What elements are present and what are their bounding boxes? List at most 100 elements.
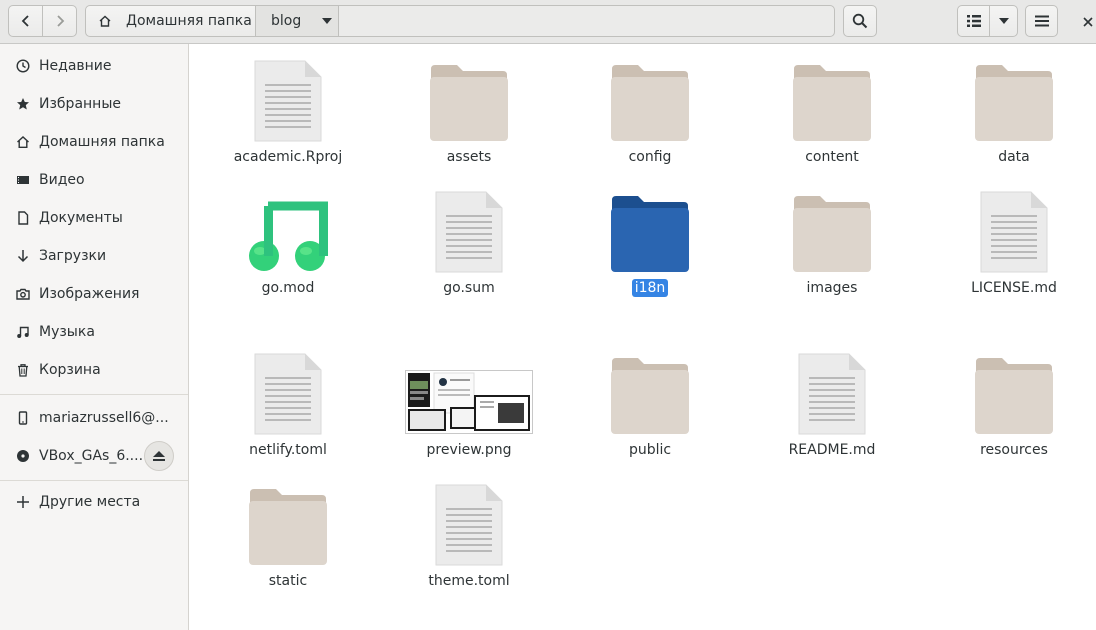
sidebar-item-label: Документы (39, 210, 123, 226)
file-name: public (628, 442, 672, 458)
path-bar-empty[interactable] (338, 5, 835, 37)
view-list-button[interactable] (957, 5, 990, 37)
sidebar-item-label: Корзина (39, 362, 101, 378)
folder-item[interactable]: resources (939, 348, 1089, 468)
list-view-icon (966, 15, 981, 27)
sidebar-item-videos[interactable]: Видео (0, 161, 188, 199)
breadcrumb-home[interactable]: Домашняя папка (85, 5, 256, 37)
close-icon (1083, 17, 1093, 27)
sidebar-item-label: Избранные (39, 96, 121, 112)
sidebar-item-disc[interactable]: VBox_GAs_6.... (0, 437, 188, 475)
sidebar-item-other-locations[interactable]: Другие места (0, 483, 188, 521)
text-file-icon (980, 191, 1048, 273)
file-item[interactable]: LICENSE.md (939, 186, 1089, 306)
text-file-icon (435, 484, 503, 566)
sidebar-item-label: Загрузки (39, 248, 107, 264)
sidebar-item-pictures[interactable]: Изображения (0, 275, 188, 313)
eject-icon (153, 451, 165, 461)
text-file-icon (254, 353, 322, 435)
file-name: go.mod (261, 280, 315, 296)
eject-button[interactable] (144, 441, 174, 471)
sidebar-item-music[interactable]: Музыка (0, 313, 188, 351)
forward-button[interactable] (42, 5, 77, 37)
chevron-down-icon (998, 18, 1009, 24)
file-grid: academic.Rproj assets config content dat… (190, 45, 1096, 630)
home-icon (14, 133, 32, 151)
chevron-down-icon (322, 18, 333, 24)
search-icon (852, 13, 868, 29)
folder-item[interactable]: data (939, 55, 1089, 175)
folder-icon (611, 358, 689, 434)
text-file-icon (798, 353, 866, 435)
sidebar-item-label: Недавние (39, 58, 112, 74)
breadcrumb-home-label: Домашняя папка (126, 13, 252, 29)
folder-icon (430, 65, 508, 141)
close-button[interactable] (1078, 12, 1096, 32)
folder-icon (975, 358, 1053, 434)
search-button[interactable] (843, 5, 877, 37)
sidebar: Недавние Избранные Домашняя папка Видео … (0, 44, 189, 630)
folder-icon (975, 65, 1053, 141)
sidebar-item-label: Видео (39, 172, 85, 188)
folder-icon (611, 196, 689, 272)
sidebar-item-documents[interactable]: Документы (0, 199, 188, 237)
plus-icon (14, 493, 32, 511)
file-name: LICENSE.md (971, 280, 1057, 296)
image-thumbnail (405, 370, 533, 434)
sidebar-item-starred[interactable]: Избранные (0, 85, 188, 123)
text-file-icon (435, 191, 503, 273)
trash-icon (14, 361, 32, 379)
chevron-left-icon (21, 15, 29, 27)
file-name: i18n (631, 279, 669, 297)
download-icon (14, 247, 32, 265)
star-icon (14, 95, 32, 113)
chevron-right-icon (56, 15, 64, 27)
home-icon (99, 15, 111, 27)
sidebar-separator (0, 480, 188, 481)
back-button[interactable] (8, 5, 43, 37)
file-item[interactable]: netlify.toml (213, 348, 363, 468)
sidebar-item-label: VBox_GAs_6.... (39, 448, 144, 464)
folder-item[interactable]: static (213, 479, 363, 599)
file-name: assets (446, 149, 492, 165)
file-item[interactable]: go.mod (213, 186, 363, 306)
folder-item[interactable]: config (575, 55, 725, 175)
file-item[interactable]: README.md (757, 348, 907, 468)
hamburger-icon (1034, 15, 1049, 27)
folder-item[interactable]: content (757, 55, 907, 175)
menu-button[interactable] (1025, 5, 1058, 37)
file-item[interactable]: academic.Rproj (213, 55, 363, 175)
folder-item[interactable]: assets (394, 55, 544, 175)
sidebar-item-recent[interactable]: Недавние (0, 47, 188, 85)
sidebar-item-phone[interactable]: mariazrussell6@... (0, 399, 188, 437)
clock-icon (14, 57, 32, 75)
image-item[interactable]: preview.png (394, 348, 544, 468)
sidebar-separator (0, 394, 188, 395)
folder-item-selected[interactable]: i18n (575, 186, 725, 306)
file-name: preview.png (426, 442, 512, 458)
file-item[interactable]: theme.toml (394, 479, 544, 599)
file-name: data (998, 149, 1030, 165)
header-bar: Домашняя папка blog (0, 0, 1096, 44)
sidebar-item-label: Домашняя папка (39, 134, 165, 150)
video-icon (14, 171, 32, 189)
file-name: content (805, 149, 859, 165)
music-icon (14, 323, 32, 341)
sidebar-item-downloads[interactable]: Загрузки (0, 237, 188, 275)
sidebar-item-label: Музыка (39, 324, 95, 340)
file-name: images (806, 280, 858, 296)
disc-icon (14, 447, 32, 465)
text-file-icon (254, 60, 322, 142)
sidebar-item-trash[interactable]: Корзина (0, 351, 188, 389)
folder-item[interactable]: public (575, 348, 725, 468)
sidebar-item-label: Изображения (39, 286, 140, 302)
view-options-button[interactable] (989, 5, 1018, 37)
folder-icon (611, 65, 689, 141)
sidebar-item-home[interactable]: Домашняя папка (0, 123, 188, 161)
folder-icon (249, 489, 327, 565)
file-name: static (268, 573, 308, 589)
breadcrumb-current[interactable]: blog (255, 5, 339, 37)
breadcrumb-current-label: blog (271, 13, 302, 29)
file-item[interactable]: go.sum (394, 186, 544, 306)
folder-item[interactable]: images (757, 186, 907, 306)
